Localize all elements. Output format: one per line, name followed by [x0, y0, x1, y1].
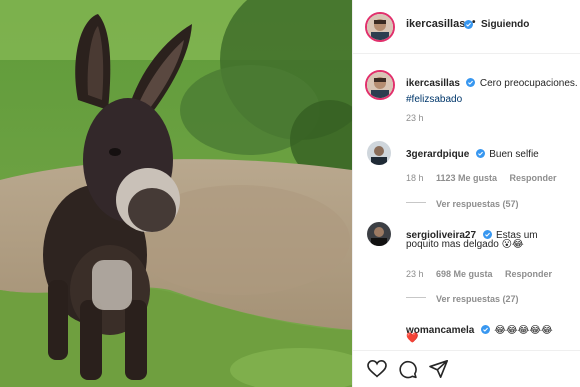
comment-icon[interactable]: [398, 360, 418, 379]
author-avatar[interactable]: [365, 12, 395, 42]
reply-button[interactable]: Responder: [509, 173, 556, 183]
verified-badge-icon: [475, 149, 485, 158]
donkey-photo: [0, 0, 352, 387]
comment-time[interactable]: 23 h: [406, 269, 424, 279]
caption-hashtag[interactable]: #felizsabado: [406, 94, 462, 105]
caption-avatar[interactable]: [365, 70, 395, 100]
replies-divider: [406, 202, 426, 204]
view-replies[interactable]: Ver respuestas (57): [406, 194, 519, 212]
verified-badge-icon: [482, 230, 492, 239]
comment-line: 3gerardpique Buen selfie: [406, 144, 539, 162]
comment-text: Buen selfie: [489, 149, 539, 160]
comment-text-continued: ❤️: [406, 333, 419, 344]
post-header: ikercasillas • Siguiendo: [353, 0, 580, 54]
comment-meta: 18 h 1123 Me gusta Responder: [406, 168, 556, 186]
post-photo[interactable]: [0, 0, 352, 387]
follow-separator: •: [472, 17, 476, 28]
caption-timestamp[interactable]: 23 h: [406, 113, 424, 123]
following-button[interactable]: Siguiendo: [481, 19, 529, 30]
view-replies[interactable]: Ver respuestas (27): [406, 289, 519, 307]
verified-badge-icon: [480, 325, 490, 334]
caption-username[interactable]: ikercasillas: [406, 78, 460, 89]
comment-text: 😂😂😂😂😂: [494, 325, 553, 336]
replies-divider: [406, 297, 426, 299]
comment-likes[interactable]: 1123 Me gusta: [436, 173, 497, 183]
post-side-panel: ikercasillas • Siguiendo ikercasillas Ce…: [352, 0, 580, 387]
heart-icon[interactable]: [367, 360, 387, 378]
comment-avatar[interactable]: [367, 141, 391, 165]
comment-line: womancamela 😂😂😂😂😂: [406, 320, 553, 338]
comment-text-continued: poquito mas delgado 😮😂: [406, 239, 524, 250]
comment-username[interactable]: 3gerardpique: [406, 149, 469, 160]
caption-text: Cero preocupaciones.: [479, 78, 578, 89]
comment-likes[interactable]: 698 Me gusta: [436, 269, 493, 279]
comment-avatar[interactable]: [367, 222, 391, 246]
paper-plane-icon[interactable]: [429, 360, 449, 378]
reply-button[interactable]: Responder: [505, 269, 552, 279]
verified-badge-icon: [466, 78, 476, 87]
comment-time[interactable]: 18 h: [406, 173, 424, 183]
view-replies-label[interactable]: Ver respuestas (27): [436, 294, 519, 304]
comment-meta: 23 h 698 Me gusta Responder: [406, 264, 552, 282]
view-replies-label[interactable]: Ver respuestas (57): [436, 199, 519, 209]
author-username[interactable]: ikercasillas: [406, 18, 465, 30]
post-action-bar: [353, 350, 580, 387]
